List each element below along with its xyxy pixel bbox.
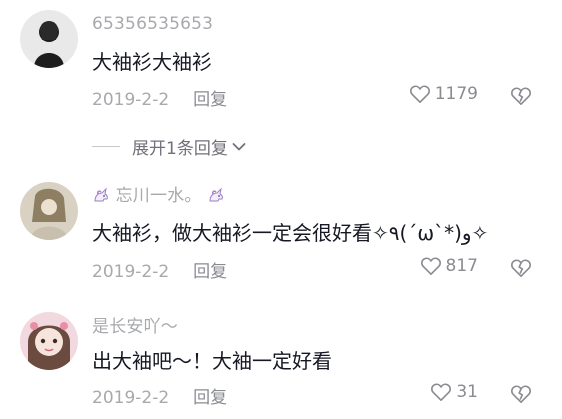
reply-button[interactable]: 回复 — [193, 90, 227, 110]
comment-meta: 2019-2-2 回复 — [92, 383, 227, 408]
broken-heart-icon[interactable] — [510, 86, 532, 106]
like-button[interactable]: 817 — [420, 256, 478, 276]
username[interactable]: 忘川一水。 — [92, 181, 225, 206]
like-count: 1179 — [434, 84, 478, 104]
comment-text: 大袖衫，做大袖衫一定会很好看✧٩(ˊωˋ*)و✧ — [92, 221, 489, 245]
heart-outline-icon — [409, 85, 430, 103]
heart-outline-icon — [431, 383, 452, 401]
reply-button[interactable]: 回复 — [193, 262, 227, 282]
unicorn-icon — [94, 187, 108, 202]
chevron-down-icon — [232, 142, 246, 150]
comment-meta: 2019-2-2 回复 — [92, 85, 227, 110]
like-count: 31 — [456, 382, 478, 402]
username-text[interactable]: 忘川一水。 — [116, 186, 202, 206]
comment-text: 出大袖吧～！大袖一定好看 — [92, 349, 332, 373]
avatar[interactable] — [20, 312, 78, 370]
like-count: 817 — [445, 256, 478, 276]
reply-button[interactable]: 回复 — [193, 388, 227, 408]
broken-heart-icon[interactable] — [510, 384, 532, 404]
comment-item: 是长安吖～ 出大袖吧～！大袖一定好看 2019-2-2 回复 31 — [0, 300, 562, 419]
username-text[interactable]: 65356535653 — [92, 14, 213, 34]
like-button[interactable]: 31 — [430, 382, 478, 402]
comment-text: 大袖衫大袖衫 — [92, 50, 212, 74]
expand-replies-button[interactable]: 展开1条回复 — [92, 134, 246, 159]
unicorn-icon — [209, 187, 224, 202]
like-button[interactable]: 1179 — [409, 84, 478, 104]
comment-item: 65356535653 大袖衫大袖衫 2019-2-2 回复 1179 — [0, 0, 562, 120]
username-text[interactable]: 是长安吖～ — [92, 317, 178, 337]
comment-meta: 2019-2-2 回复 — [92, 257, 227, 282]
username[interactable]: 是长安吖～ — [92, 312, 178, 337]
comment-date: 2019-2-2 — [92, 90, 170, 110]
comment-date: 2019-2-2 — [92, 388, 170, 408]
expand-replies-label[interactable]: 展开1条回复 — [132, 134, 228, 159]
comment-date: 2019-2-2 — [92, 262, 170, 282]
heart-outline-icon — [420, 257, 441, 275]
avatar[interactable] — [20, 182, 78, 240]
username[interactable]: 65356535653 — [92, 14, 213, 34]
divider — [92, 146, 120, 147]
avatar[interactable] — [20, 10, 78, 68]
comment-item: 忘川一水。 大袖衫，做大袖衫一定会很好看✧٩(ˊωˋ*)و✧ 2019-2-2 回… — [0, 170, 562, 290]
broken-heart-icon[interactable] — [510, 258, 532, 278]
